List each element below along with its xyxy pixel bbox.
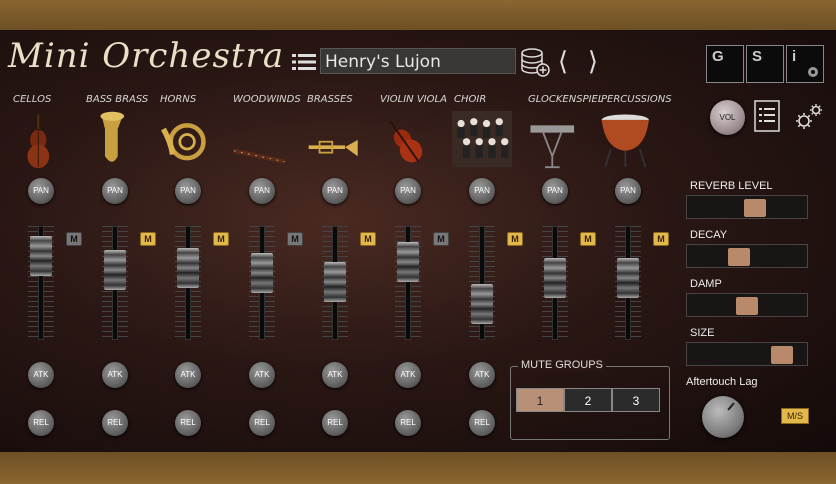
percussions-label: PERCUSSIONS	[601, 94, 672, 105]
g-button[interactable]: G	[706, 45, 744, 83]
horns-attack-knob[interactable]: ATK	[175, 362, 201, 388]
bass-brass-label: BASS BRASS	[86, 94, 149, 105]
brasses-release-knob[interactable]: REL	[322, 410, 348, 436]
violin-viola-attack-knob[interactable]: ATK	[395, 362, 421, 388]
horns-pan-knob[interactable]: PAN	[175, 178, 201, 204]
brasses-fader-thumb[interactable]	[324, 262, 346, 302]
cellos-label: CELLOS	[13, 94, 52, 105]
cellos-pan-knob[interactable]: PAN	[28, 178, 54, 204]
cellos-fader-thumb[interactable]	[30, 236, 52, 276]
cellos-release-knob[interactable]: REL	[28, 410, 54, 436]
next-preset-button[interactable]: ⟩	[584, 48, 602, 76]
menu-icon[interactable]	[292, 52, 316, 72]
french-horn-icon	[161, 123, 206, 161]
app-logo: Mini Orchestra	[8, 36, 285, 76]
horns-release-knob[interactable]: REL	[175, 410, 201, 436]
mute-groups-title: MUTE GROUPS	[518, 359, 606, 371]
woodwinds-label: WOODWINDS	[233, 94, 301, 105]
woodwinds-release-knob[interactable]: REL	[249, 410, 275, 436]
size-label: SIZE	[690, 327, 715, 339]
knob-pointer	[727, 402, 735, 411]
bass-brass-fader-thumb[interactable]	[104, 250, 126, 290]
choir-attack-knob[interactable]: ATK	[469, 362, 495, 388]
percussions-pan-knob[interactable]: PAN	[615, 178, 641, 204]
bottom-frame	[0, 452, 836, 484]
reverb-level-label: REVERB LEVEL	[690, 180, 773, 192]
horns-fader-thumb[interactable]	[177, 248, 199, 288]
bass-brass-attack-knob[interactable]: ATK	[102, 362, 128, 388]
brasses-attack-knob[interactable]: ATK	[322, 362, 348, 388]
gear-badge-icon	[808, 67, 818, 77]
violin-viola-release-knob[interactable]: REL	[395, 410, 421, 436]
info-label: i	[792, 48, 797, 65]
decay-handle[interactable]	[728, 248, 750, 266]
info-button[interactable]: i	[786, 45, 824, 83]
cello-icon	[27, 114, 50, 169]
horns-label: HORNS	[160, 94, 197, 105]
violin-viola-mute-button[interactable]: M	[433, 232, 449, 246]
mute-group-3-button[interactable]: 3	[612, 388, 660, 412]
mute-group-2-button[interactable]: 2	[564, 388, 612, 412]
preset-name-field[interactable]: Henry's Lujon	[320, 48, 516, 74]
damp-handle[interactable]	[736, 297, 758, 315]
decay-slider[interactable]	[686, 244, 808, 268]
horns-mute-button[interactable]: M	[213, 232, 229, 246]
volume-knob[interactable]: VOL	[710, 100, 745, 135]
size-slider[interactable]	[686, 342, 808, 366]
damp-label: DAMP	[690, 278, 722, 290]
main-panel: Mini Orchestra Henry's Lujon ⟨ ⟩ G S i C…	[0, 30, 836, 452]
brasses-label: BRASSES	[307, 94, 353, 105]
glockenspiel-fader-thumb[interactable]	[544, 258, 566, 298]
woodwinds-attack-knob[interactable]: ATK	[249, 362, 275, 388]
glockenspiel-label: GLOCKENSPIEL	[528, 94, 604, 105]
choir-icon	[452, 110, 512, 168]
aftertouch-lag-label: Aftertouch Lag	[686, 376, 758, 388]
choir-label: CHOIR	[454, 94, 487, 105]
cellos-mute-button[interactable]: M	[66, 232, 82, 246]
tuba-icon	[100, 111, 125, 162]
size-handle[interactable]	[771, 346, 793, 364]
aftertouch-lag-knob[interactable]	[702, 396, 744, 438]
choir-mute-button[interactable]: M	[507, 232, 523, 246]
s-button[interactable]: S	[746, 45, 784, 83]
glockenspiel-icon	[530, 125, 575, 169]
brasses-mute-button[interactable]: M	[360, 232, 376, 246]
damp-slider[interactable]	[686, 293, 808, 317]
bass-brass-pan-knob[interactable]: PAN	[102, 178, 128, 204]
glockenspiel-pan-knob[interactable]: PAN	[542, 178, 568, 204]
top-frame	[0, 0, 836, 30]
decay-label: DECAY	[690, 229, 728, 241]
percussions-fader-thumb[interactable]	[617, 258, 639, 298]
mute-group-1-button[interactable]: 1	[516, 388, 564, 412]
woodwinds-mute-button[interactable]: M	[287, 232, 303, 246]
violin-viola-fader-thumb[interactable]	[397, 242, 419, 282]
percussions-mute-button[interactable]: M	[653, 232, 669, 246]
violin-icon	[389, 120, 423, 163]
reverb-level-slider[interactable]	[686, 195, 808, 219]
cellos-attack-knob[interactable]: ATK	[28, 362, 54, 388]
bass-brass-release-knob[interactable]: REL	[102, 410, 128, 436]
woodwinds-pan-knob[interactable]: PAN	[249, 178, 275, 204]
brasses-pan-knob[interactable]: PAN	[322, 178, 348, 204]
bass-brass-mute-button[interactable]: M	[140, 232, 156, 246]
timpani-icon	[601, 114, 649, 168]
reverb-level-handle[interactable]	[744, 199, 766, 217]
glockenspiel-mute-button[interactable]: M	[580, 232, 596, 246]
settings-gear-icon[interactable]	[792, 100, 826, 134]
trumpet-icon	[308, 139, 358, 157]
violin-viola-label: VIOLIN VIOLA	[380, 94, 447, 105]
choir-pan-knob[interactable]: PAN	[469, 178, 495, 204]
bassoon-icon	[233, 148, 286, 164]
woodwinds-fader-thumb[interactable]	[251, 253, 273, 293]
notes-icon[interactable]	[754, 100, 780, 132]
violin-viola-pan-knob[interactable]: PAN	[395, 178, 421, 204]
save-preset-icon[interactable]	[520, 47, 550, 77]
ms-toggle-button[interactable]: M/S	[781, 408, 809, 424]
choir-fader-thumb[interactable]	[471, 284, 493, 324]
previous-preset-button[interactable]: ⟨	[554, 48, 572, 76]
choir-release-knob[interactable]: REL	[469, 410, 495, 436]
